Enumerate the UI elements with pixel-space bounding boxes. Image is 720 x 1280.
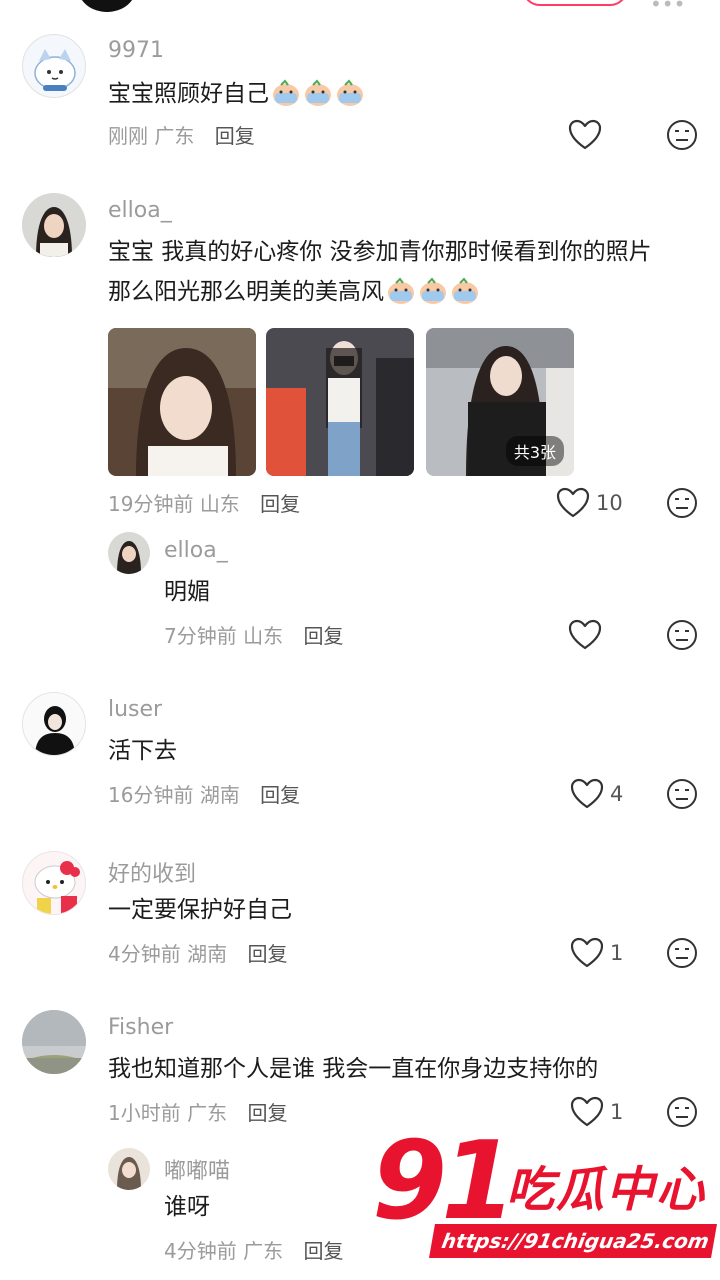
heart-outline-icon xyxy=(568,619,602,650)
comment-text: 宝宝 我真的好心疼你 没参加青你那时候看到你的照片 xyxy=(108,239,652,265)
reply-text: 谁呀 xyxy=(164,1194,210,1220)
reply-button[interactable]: 回复 xyxy=(215,124,255,148)
comment-meta: 19分钟前 山东 回复 xyxy=(108,492,301,516)
watermark-logo: 91 xyxy=(372,1119,516,1244)
crying-emoji-icon xyxy=(418,277,448,305)
reply-button[interactable]: 回复 xyxy=(260,492,300,516)
avatar[interactable] xyxy=(22,193,86,257)
neutral-face-icon[interactable] xyxy=(666,778,698,810)
comment-meta: 刚刚 广东 回复 xyxy=(108,124,255,148)
comment-text: 活下去 xyxy=(108,738,177,764)
watermark: 91 吃瓜中心 https://91chigua25.com xyxy=(372,1128,720,1268)
comment-meta: 16分钟前 湖南 回复 xyxy=(108,783,301,807)
like-count: 4 xyxy=(610,782,624,806)
reply-meta: 7分钟前 山东 回复 xyxy=(164,624,344,648)
author-avatar[interactable] xyxy=(78,0,136,12)
comment-photo[interactable] xyxy=(108,328,256,476)
like-button[interactable]: 1 xyxy=(570,1094,623,1130)
crying-emoji-icon xyxy=(303,79,333,107)
comment-meta: 4分钟前 湖南 回复 xyxy=(108,942,288,966)
like-count: 10 xyxy=(596,491,623,515)
heart-outline-icon xyxy=(570,778,604,809)
reply-button[interactable]: 回复 xyxy=(247,942,287,966)
neutral-face-icon[interactable] xyxy=(666,619,698,651)
reply-text: 明媚 xyxy=(164,579,210,605)
comment-username[interactable]: 9971 xyxy=(108,38,164,63)
avatar[interactable] xyxy=(22,692,86,756)
neutral-face-icon[interactable] xyxy=(666,119,698,151)
avatar[interactable] xyxy=(22,1010,86,1074)
crying-emoji-icon xyxy=(335,79,365,107)
crying-emoji-icon xyxy=(450,277,480,305)
like-button[interactable] xyxy=(568,117,608,153)
comment-text: 一定要保护好自己 xyxy=(108,897,292,923)
comment-username[interactable]: luser xyxy=(108,697,162,722)
avatar[interactable] xyxy=(22,34,86,98)
avatar[interactable] xyxy=(22,851,86,915)
reply-button[interactable]: 回复 xyxy=(260,783,300,807)
photo-count-badge: 共3张 xyxy=(505,436,564,466)
comment-text: 宝宝照顾好自己 xyxy=(108,74,365,114)
reply-button[interactable]: 回复 xyxy=(303,1239,343,1263)
reply-username[interactable]: elloa_ xyxy=(164,538,228,563)
avatar[interactable] xyxy=(108,1148,150,1190)
reply-button[interactable]: 回复 xyxy=(247,1101,287,1125)
like-count: 1 xyxy=(610,941,624,965)
crying-emoji-icon xyxy=(386,277,416,305)
like-count: 1 xyxy=(610,1100,624,1124)
reply-button[interactable]: 回复 xyxy=(303,624,343,648)
follow-button[interactable] xyxy=(522,0,628,6)
heart-outline-icon xyxy=(556,487,590,518)
comment-text: 那么阳光那么明美的美高风 xyxy=(108,272,480,312)
comment-username[interactable]: 好的收到 xyxy=(108,856,196,888)
reply-meta: 4分钟前 广东 回复 xyxy=(164,1239,344,1263)
comment-text: 我也知道那个人是谁 我会一直在你身边支持你的 xyxy=(108,1056,599,1082)
crying-emoji-icon xyxy=(271,79,301,107)
watermark-url: https://91chigua25.com xyxy=(429,1224,717,1258)
like-button[interactable] xyxy=(568,617,602,653)
comment-meta: 1小时前 广东 回复 xyxy=(108,1101,288,1125)
comment-username[interactable]: Fisher xyxy=(108,1015,173,1040)
more-icon[interactable]: ••• xyxy=(650,0,685,16)
neutral-face-icon[interactable] xyxy=(666,1096,698,1128)
comment-username[interactable]: elloa_ xyxy=(108,198,172,223)
comment-photo[interactable] xyxy=(266,328,414,476)
heart-outline-icon xyxy=(570,937,604,968)
like-button[interactable]: 1 xyxy=(570,935,623,971)
comment-photo[interactable]: 共3张 xyxy=(426,328,574,476)
heart-outline-icon xyxy=(568,119,602,150)
watermark-title: 吃瓜中心 xyxy=(506,1162,707,1218)
heart-outline-icon xyxy=(570,1096,604,1127)
like-button[interactable]: 10 xyxy=(556,485,623,521)
like-button[interactable]: 4 xyxy=(570,776,623,812)
reply-username[interactable]: 嘟嘟喵 xyxy=(164,1153,230,1185)
avatar[interactable] xyxy=(108,532,150,574)
neutral-face-icon[interactable] xyxy=(666,937,698,969)
neutral-face-icon[interactable] xyxy=(666,487,698,519)
